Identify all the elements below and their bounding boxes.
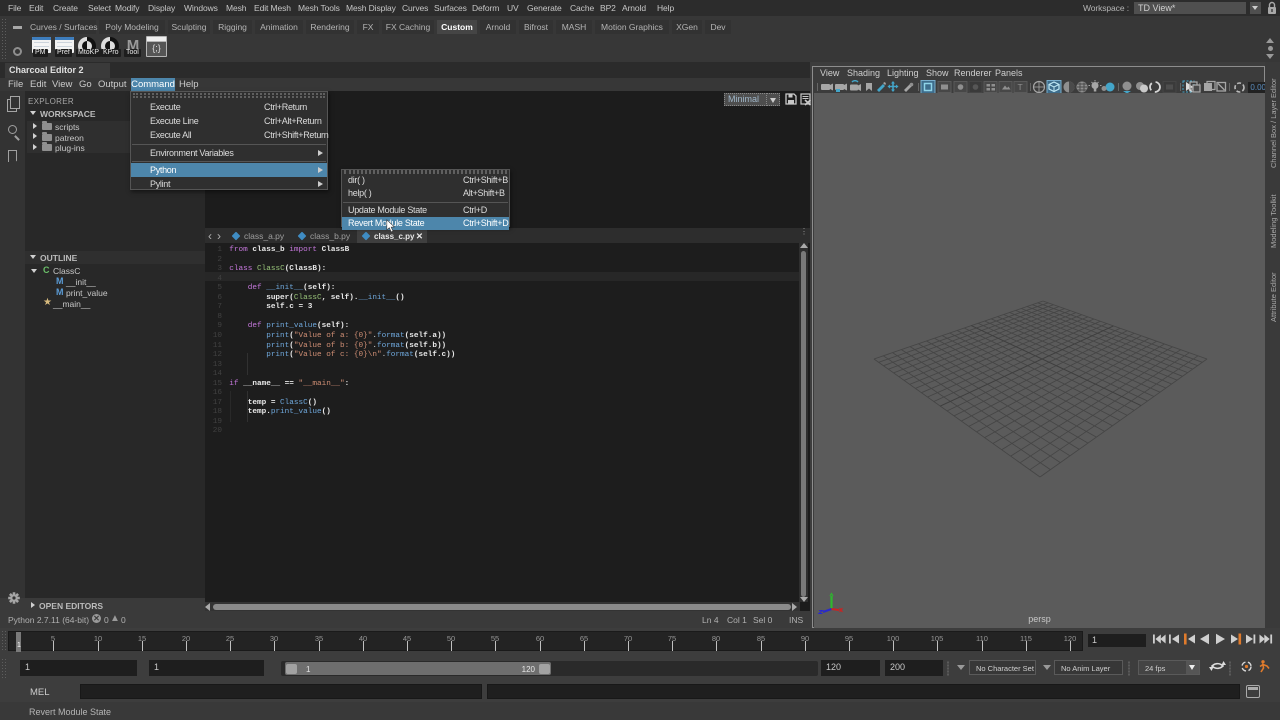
svg-text:T: T <box>1018 82 1023 92</box>
